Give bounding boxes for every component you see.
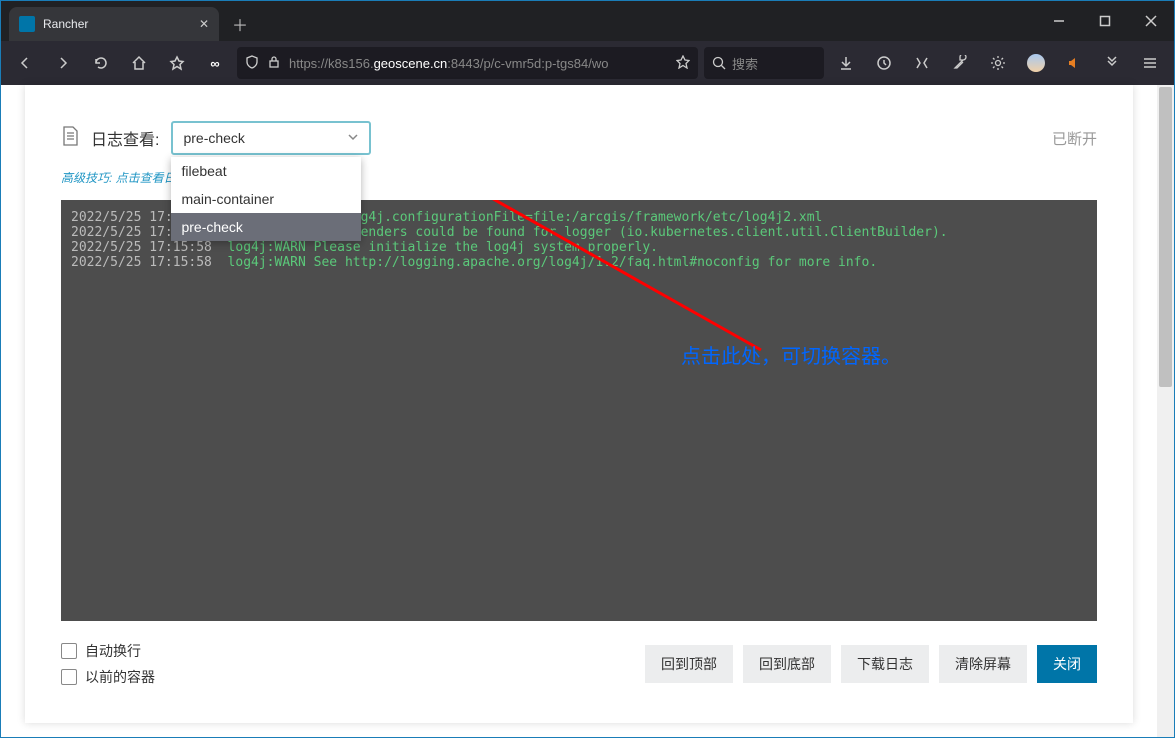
overflow-icon[interactable] [1096, 47, 1128, 79]
window-titlebar: Rancher ✕ ＋ [1, 1, 1174, 41]
log-output[interactable]: 2022/5/25 17: JDK_JAVA_OPTIONS: -Dlog4j.… [61, 200, 1097, 621]
dropdown-button[interactable]: pre-check [171, 121, 371, 155]
wrap-lines-label: 自动换行 [85, 641, 141, 661]
window-minimize-button[interactable] [1036, 1, 1082, 41]
dropdown-option-pre-check[interactable]: pre-check [171, 213, 361, 241]
wrap-lines-checkbox[interactable]: 自动换行 [61, 641, 155, 661]
search-icon [712, 56, 726, 70]
hamburger-menu-icon[interactable] [1134, 47, 1166, 79]
browser-tab[interactable]: Rancher ✕ [9, 7, 219, 41]
close-button[interactable]: 关闭 [1037, 645, 1097, 683]
modal-header: 日志查看: pre-check filebeat main-container … [61, 121, 1097, 155]
url-bar[interactable]: https://k8s156.geoscene.cn:8443/p/c-vmr5… [237, 47, 698, 79]
download-button[interactable]: 下载日志 [841, 645, 929, 683]
scrollbar[interactable] [1157, 85, 1174, 737]
search-placeholder: 搜索 [732, 54, 758, 73]
document-icon [61, 126, 79, 151]
log-line: 2022/5/25 17:15:58 log4j:WARN Please ini… [71, 240, 1087, 255]
dropdown-list: filebeat main-container pre-check [171, 157, 361, 241]
url-text: https://k8s156.geoscene.cn:8443/p/c-vmr5… [289, 56, 668, 71]
modal-title: 日志查看: [91, 126, 159, 150]
new-tab-button[interactable]: ＋ [225, 9, 255, 39]
chevron-down-icon [347, 130, 359, 146]
scroll-top-button[interactable]: 回到顶部 [645, 645, 733, 683]
checkbox-group: 自动换行 以前的容器 [61, 641, 155, 687]
checkbox-icon [61, 643, 77, 659]
previous-container-checkbox[interactable]: 以前的容器 [61, 667, 155, 687]
forward-button[interactable] [47, 47, 79, 79]
settings-gear-icon[interactable] [982, 47, 1014, 79]
window-controls [1036, 1, 1174, 41]
avatar-icon[interactable] [1020, 47, 1052, 79]
connection-status: 已断开 [1052, 128, 1097, 149]
back-button[interactable] [9, 47, 41, 79]
footer-buttons: 回到顶部 回到底部 下载日志 清除屏幕 关闭 [645, 645, 1097, 683]
log-viewer-modal: 日志查看: pre-check filebeat main-container … [25, 85, 1133, 723]
devtools-icon[interactable] [906, 47, 938, 79]
browser-toolbar: ∞ https://k8s156.geoscene.cn:8443/p/c-vm… [1, 41, 1174, 85]
page-content: 日志查看: pre-check filebeat main-container … [1, 85, 1174, 737]
search-input[interactable]: 搜索 [704, 47, 824, 79]
bookmark-page-icon[interactable] [676, 55, 690, 72]
window-close-button[interactable] [1128, 1, 1174, 41]
modal-footer: 自动换行 以前的容器 回到顶部 回到底部 下载日志 清除屏幕 关闭 [61, 641, 1097, 687]
dropdown-selected: pre-check [183, 130, 244, 146]
lock-icon [267, 55, 281, 72]
mask-icon[interactable]: ∞ [199, 47, 231, 79]
clear-button[interactable]: 清除屏幕 [939, 645, 1027, 683]
annotation-text: 点击此处，可切换容器。 [681, 340, 901, 369]
shield-icon [245, 55, 259, 72]
close-tab-icon[interactable]: ✕ [199, 17, 209, 31]
dropdown-option-main-container[interactable]: main-container [171, 185, 361, 213]
bookmark-star-icon[interactable] [161, 47, 193, 79]
speaker-icon[interactable] [1058, 47, 1090, 79]
previous-container-label: 以前的容器 [85, 667, 155, 687]
downloads-icon[interactable] [830, 47, 862, 79]
dropdown-option-filebeat[interactable]: filebeat [171, 157, 361, 185]
tab-title: Rancher [43, 17, 191, 31]
wrench-icon[interactable] [944, 47, 976, 79]
scrollbar-thumb[interactable] [1159, 87, 1172, 387]
checkbox-icon [61, 669, 77, 685]
tab-favicon [19, 16, 35, 32]
reload-button[interactable] [85, 47, 117, 79]
history-icon[interactable] [868, 47, 900, 79]
window-maximize-button[interactable] [1082, 1, 1128, 41]
container-dropdown[interactable]: pre-check filebeat main-container pre-ch… [171, 121, 371, 155]
home-button[interactable] [123, 47, 155, 79]
scroll-bottom-button[interactable]: 回到底部 [743, 645, 831, 683]
log-line: 2022/5/25 17:15:58 log4j:WARN See http:/… [71, 255, 1087, 270]
